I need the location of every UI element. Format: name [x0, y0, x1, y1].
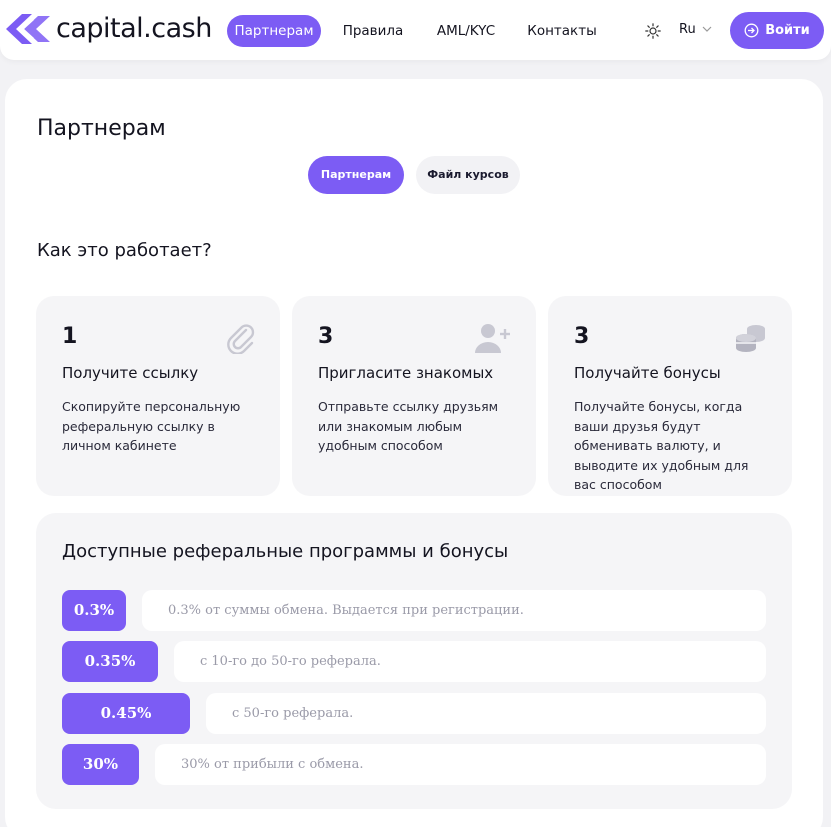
step-card: 1 Получите ссылку Скопируйте персональну…	[36, 296, 280, 496]
step-title: Пригласите знакомых	[318, 364, 494, 382]
language-select[interactable]: Ru	[679, 22, 712, 37]
programs-title: Доступные реферальные программы и бонусы	[62, 541, 509, 562]
nav-contacts[interactable]: Контакты	[524, 15, 600, 47]
header: capital.cash Партнерам Правила AML/KYC К…	[0, 0, 831, 60]
program-rate-badge: 0.35%	[62, 641, 158, 682]
nav-aml-kyc[interactable]: AML/KYC	[430, 15, 502, 47]
referral-programs: Доступные реферальные программы и бонусы…	[36, 513, 792, 809]
nav-rules[interactable]: Правила	[338, 15, 408, 47]
program-rate-badge: 0.3%	[62, 590, 126, 631]
login-icon	[744, 23, 759, 38]
login-label: Войти	[765, 23, 810, 38]
step-number: 3	[318, 324, 334, 349]
program-row: 30% 30% от прибыли с обмена.	[62, 744, 766, 785]
language-label: Ru	[679, 22, 696, 37]
program-description: с 10-го до 50-го реферала.	[174, 641, 766, 682]
program-description: с 50-го реферала.	[206, 693, 766, 734]
program-description: 0.3% от суммы обмена. Выдается при регис…	[142, 590, 766, 631]
add-user-icon	[475, 324, 510, 353]
program-description: 30% от прибыли с обмена.	[155, 744, 766, 785]
logo-mark-icon	[6, 14, 50, 44]
step-description: Отправьте ссылку друзьям или знакомым лю…	[318, 399, 499, 453]
tab-partners[interactable]: Партнерам	[308, 156, 404, 194]
step-card: 3 Пригласите знакомых Отправьте ссылку д…	[292, 296, 536, 496]
step-title: Получите ссылку	[62, 364, 199, 382]
program-row: 0.3% 0.3% от суммы обмена. Выдается при …	[62, 590, 766, 631]
step-description: Скопируйте персональную реферальную ссыл…	[62, 399, 241, 453]
paperclip-icon	[227, 324, 255, 354]
nav-partners[interactable]: Партнерам	[227, 15, 321, 47]
tab-rates-file[interactable]: Файл курсов	[416, 156, 520, 194]
step-number: 3	[574, 324, 590, 349]
page-title: Партнерам	[37, 116, 166, 141]
chevron-down-icon	[702, 26, 712, 32]
step-number: 1	[62, 324, 78, 349]
program-row: 0.45% с 50-го реферала.	[62, 693, 766, 734]
logo[interactable]: capital.cash	[4, 12, 212, 46]
program-row: 0.35% с 10-го до 50-го реферала.	[62, 641, 766, 682]
sun-icon[interactable]	[645, 23, 661, 39]
login-button[interactable]: Войти	[730, 12, 824, 49]
program-rate-badge: 0.45%	[62, 693, 190, 734]
step-description: Получайте бонусы, когда ваши друзья буду…	[574, 399, 749, 492]
coins-icon	[736, 325, 765, 352]
step-title: Получайте бонусы	[574, 364, 721, 382]
logo-text: capital.cash	[56, 13, 212, 44]
step-card: 3 Получайте бонусы Получайте бонусы, ког…	[548, 296, 792, 496]
program-rate-badge: 30%	[62, 744, 139, 785]
how-it-works-title: Как это работает?	[37, 240, 212, 261]
